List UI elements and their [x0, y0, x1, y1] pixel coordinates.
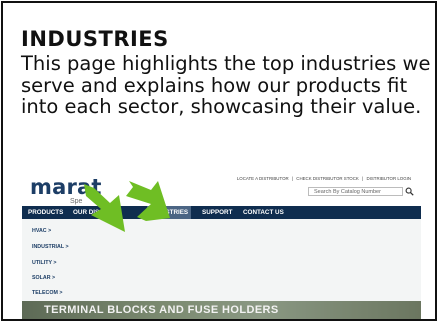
website-screenshot: marat Spe LOCATE A DISTRIBUTOR | CHECK D…	[22, 169, 421, 319]
card-description: This page highlights the top industries …	[21, 52, 431, 118]
card-title: INDUSTRIES	[21, 27, 169, 51]
green-arrow-icon	[84, 181, 170, 232]
info-card: INDUSTRIES This page highlights the top …	[1, 1, 437, 321]
